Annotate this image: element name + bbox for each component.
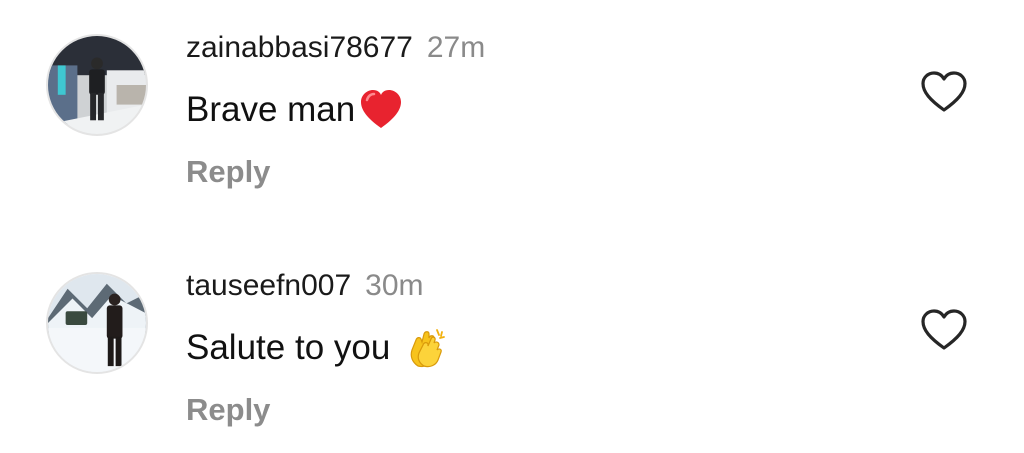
timestamp: 27m: [426, 31, 486, 64]
comment-body: Brave man: [186, 90, 356, 129]
red-heart-emoji-icon: [359, 88, 403, 132]
timestamp: 30m: [365, 269, 424, 302]
comment-text: Brave man: [186, 88, 403, 132]
reply-button[interactable]: Reply: [186, 154, 270, 190]
comment-text: Salute to you: [186, 326, 448, 370]
username[interactable]: zainabbasi78677: [186, 31, 413, 64]
avatar-image: [48, 274, 146, 372]
clapping-hands-emoji-icon: [404, 326, 448, 370]
username[interactable]: tauseefn007: [186, 269, 351, 302]
like-heart-icon[interactable]: [920, 308, 968, 352]
comment-body: Salute to you: [186, 328, 391, 367]
comment-meta: zainabbasi78677 27m: [186, 30, 485, 66]
comment-meta: tauseefn007 30m: [186, 268, 424, 304]
comment-item: tauseefn007 30m Salute to you Reply: [0, 240, 1024, 453]
avatar[interactable]: [46, 272, 148, 374]
avatar-image: [48, 36, 146, 134]
like-heart-icon[interactable]: [920, 70, 968, 114]
comment-item: zainabbasi78677 27m Brave man Reply: [0, 0, 1024, 226]
avatar[interactable]: [46, 34, 148, 136]
reply-button[interactable]: Reply: [186, 392, 270, 428]
